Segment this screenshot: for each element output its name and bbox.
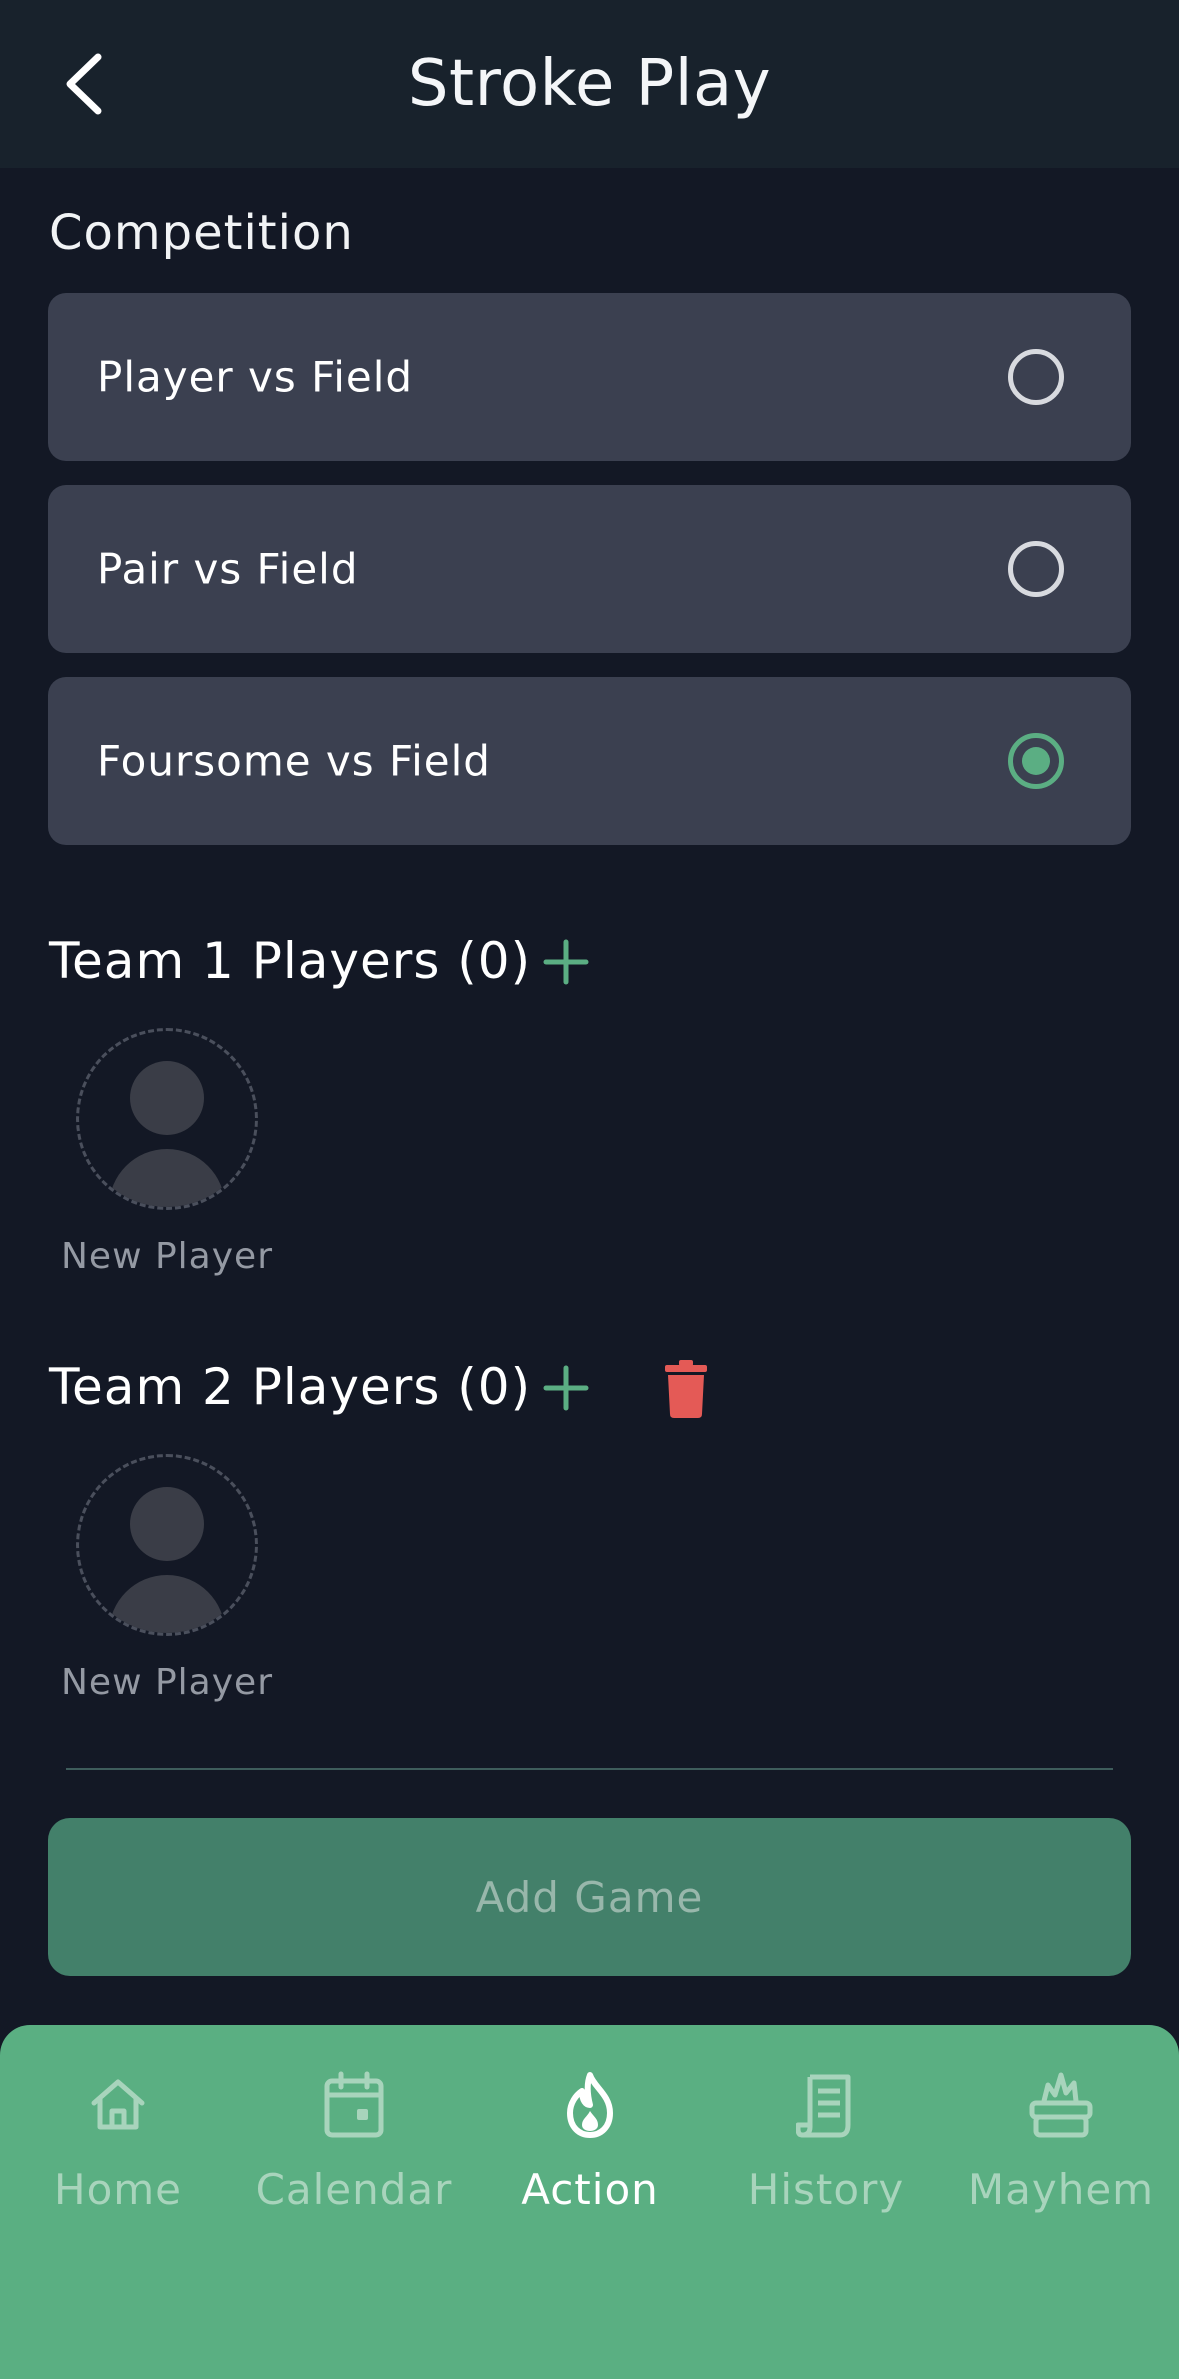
bottom-nav-bar: Home Calendar Action History Mayhem [0, 2025, 1179, 2379]
flame-icon [567, 2072, 613, 2138]
option-player-vs-field[interactable]: Player vs Field [48, 293, 1131, 461]
add-team-1-player-button[interactable] [538, 934, 594, 990]
add-game-button[interactable]: Add Game [48, 1818, 1131, 1976]
plus-icon [543, 939, 589, 985]
nav-label: Action [521, 2165, 659, 2214]
trash-icon [665, 1360, 707, 1418]
home-icon [91, 2079, 145, 2130]
radio-button[interactable] [1008, 349, 1064, 405]
option-label: Pair vs Field [97, 544, 359, 594]
option-label: Foursome vs Field [97, 736, 491, 786]
team-2-heading: Team 2 Players (0) [49, 1358, 532, 1416]
team-1-heading: Team 1 Players (0) [49, 932, 532, 990]
delete-team-2-button[interactable] [660, 1358, 712, 1420]
divider [66, 1768, 1113, 1770]
avatar-placeholder-icon [76, 1028, 258, 1210]
player-name: New Player [61, 1662, 273, 1703]
player-name: New Player [61, 1236, 273, 1277]
nav-item-history[interactable]: History [708, 2063, 944, 2253]
nav-label: History [747, 2165, 905, 2214]
app-header: Stroke Play [0, 0, 1179, 168]
plus-icon [543, 1365, 589, 1411]
nav-label: Mayhem [967, 2165, 1155, 2214]
competition-heading: Competition [49, 205, 354, 261]
explosion-icon [1029, 2072, 1093, 2138]
avatar-placeholder-icon [76, 1454, 258, 1636]
receipt-icon [796, 2074, 851, 2138]
nav-item-home[interactable]: Home [0, 2063, 236, 2253]
add-team-2-player-button[interactable] [538, 1360, 594, 1416]
nav-item-mayhem[interactable]: Mayhem [943, 2063, 1179, 2253]
nav-label: Calendar [255, 2165, 453, 2214]
option-foursome-vs-field[interactable]: Foursome vs Field [48, 677, 1131, 845]
option-pair-vs-field[interactable]: Pair vs Field [48, 485, 1131, 653]
nav-item-action[interactable]: Action [472, 2063, 708, 2253]
new-player-slot[interactable]: New Player [52, 1028, 282, 1277]
nav-label: Home [53, 2165, 183, 2214]
calendar-icon [324, 2071, 384, 2138]
page-title: Stroke Play [407, 47, 772, 121]
new-player-slot[interactable]: New Player [52, 1454, 282, 1703]
radio-button[interactable] [1008, 541, 1064, 597]
nav-item-calendar[interactable]: Calendar [236, 2063, 472, 2253]
stroke-play-screen: Stroke Play Competition Player vs Field … [0, 0, 1179, 2379]
radio-button-selected[interactable] [1008, 733, 1064, 789]
option-label: Player vs Field [97, 352, 414, 402]
